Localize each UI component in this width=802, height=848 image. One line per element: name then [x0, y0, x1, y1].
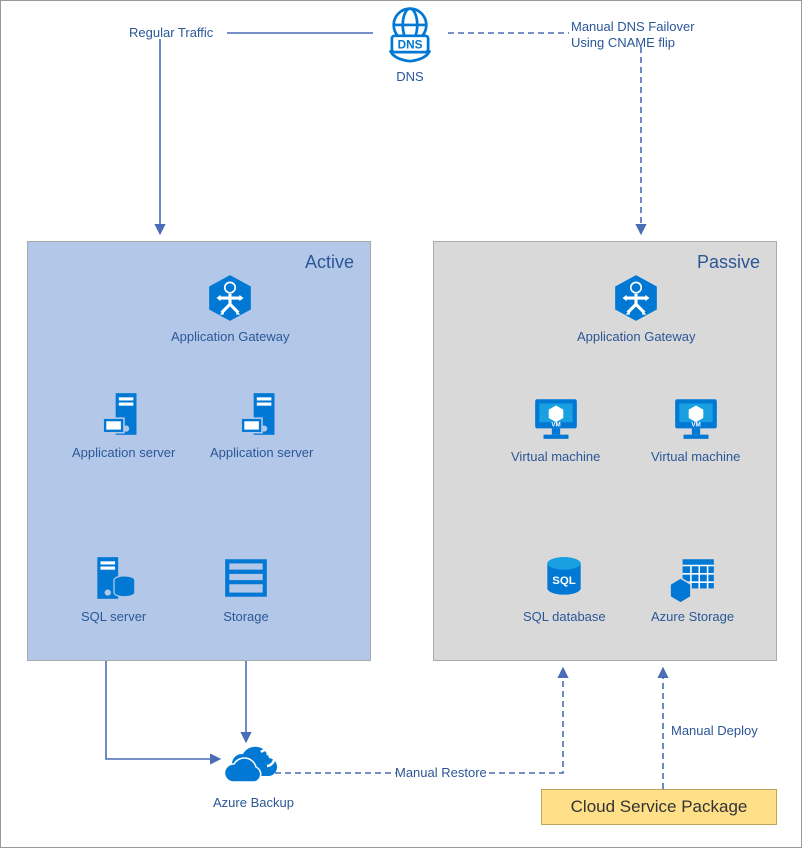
- active-app-gateway: Application Gateway: [171, 273, 290, 344]
- edge-manual-deploy: Manual Deploy: [671, 723, 758, 739]
- azure-backup-label: Azure Backup: [213, 795, 294, 810]
- passive-app-gateway-label: Application Gateway: [577, 329, 696, 344]
- dns-icon: DNS: [381, 5, 439, 63]
- vm-icon: VM: [531, 393, 581, 443]
- edge-failover: Manual DNS Failover Using CNAME flip: [571, 19, 695, 52]
- app-gateway-icon: [205, 273, 255, 323]
- app-gateway-icon: [611, 273, 661, 323]
- passive-sql-database: SQL SQL database: [523, 553, 606, 624]
- passive-vm-2: VM Virtual machine: [651, 393, 740, 464]
- edge-manual-restore: Manual Restore: [395, 765, 487, 781]
- passive-vm-2-label: Virtual machine: [651, 449, 740, 464]
- active-sql-server-label: SQL server: [81, 609, 146, 624]
- passive-azure-storage: Azure Storage: [651, 553, 734, 624]
- passive-azure-storage-label: Azure Storage: [651, 609, 734, 624]
- active-app-server-1-label: Application server: [72, 445, 175, 460]
- svg-text:DNS: DNS: [398, 39, 423, 52]
- sql-database-icon: SQL: [539, 553, 589, 603]
- azure-storage-icon: [668, 553, 718, 603]
- svg-text:VM: VM: [551, 421, 560, 428]
- edge-regular-traffic: Regular Traffic: [129, 25, 213, 41]
- active-storage-label: Storage: [223, 609, 269, 624]
- vm-icon: VM: [671, 393, 721, 443]
- region-active-title: Active: [305, 252, 354, 273]
- server-icon: [99, 389, 149, 439]
- active-storage: Storage: [221, 553, 271, 624]
- architecture-diagram: DNS DNS Regular Traffic Manual DNS Failo…: [0, 0, 802, 848]
- active-app-server-2-label: Application server: [210, 445, 313, 460]
- svg-text:VM: VM: [691, 421, 700, 428]
- dns-label: DNS: [396, 69, 423, 84]
- svg-text:SQL: SQL: [553, 575, 577, 587]
- active-app-server-2: Application server: [210, 389, 313, 460]
- cloud-service-package: Cloud Service Package: [541, 789, 777, 825]
- active-app-server-1: Application server: [72, 389, 175, 460]
- server-icon: [237, 389, 287, 439]
- passive-sql-database-label: SQL database: [523, 609, 606, 624]
- dns-node: DNS DNS: [381, 5, 439, 84]
- sql-server-icon: [89, 553, 139, 603]
- region-passive-title: Passive: [697, 252, 760, 273]
- passive-vm-1: VM Virtual machine: [511, 393, 600, 464]
- azure-backup-icon: [221, 739, 285, 789]
- storage-icon: [221, 553, 271, 603]
- azure-backup: Azure Backup: [213, 739, 294, 810]
- active-sql-server: SQL server: [81, 553, 146, 624]
- passive-vm-1-label: Virtual machine: [511, 449, 600, 464]
- active-app-gateway-label: Application Gateway: [171, 329, 290, 344]
- passive-app-gateway: Application Gateway: [577, 273, 696, 344]
